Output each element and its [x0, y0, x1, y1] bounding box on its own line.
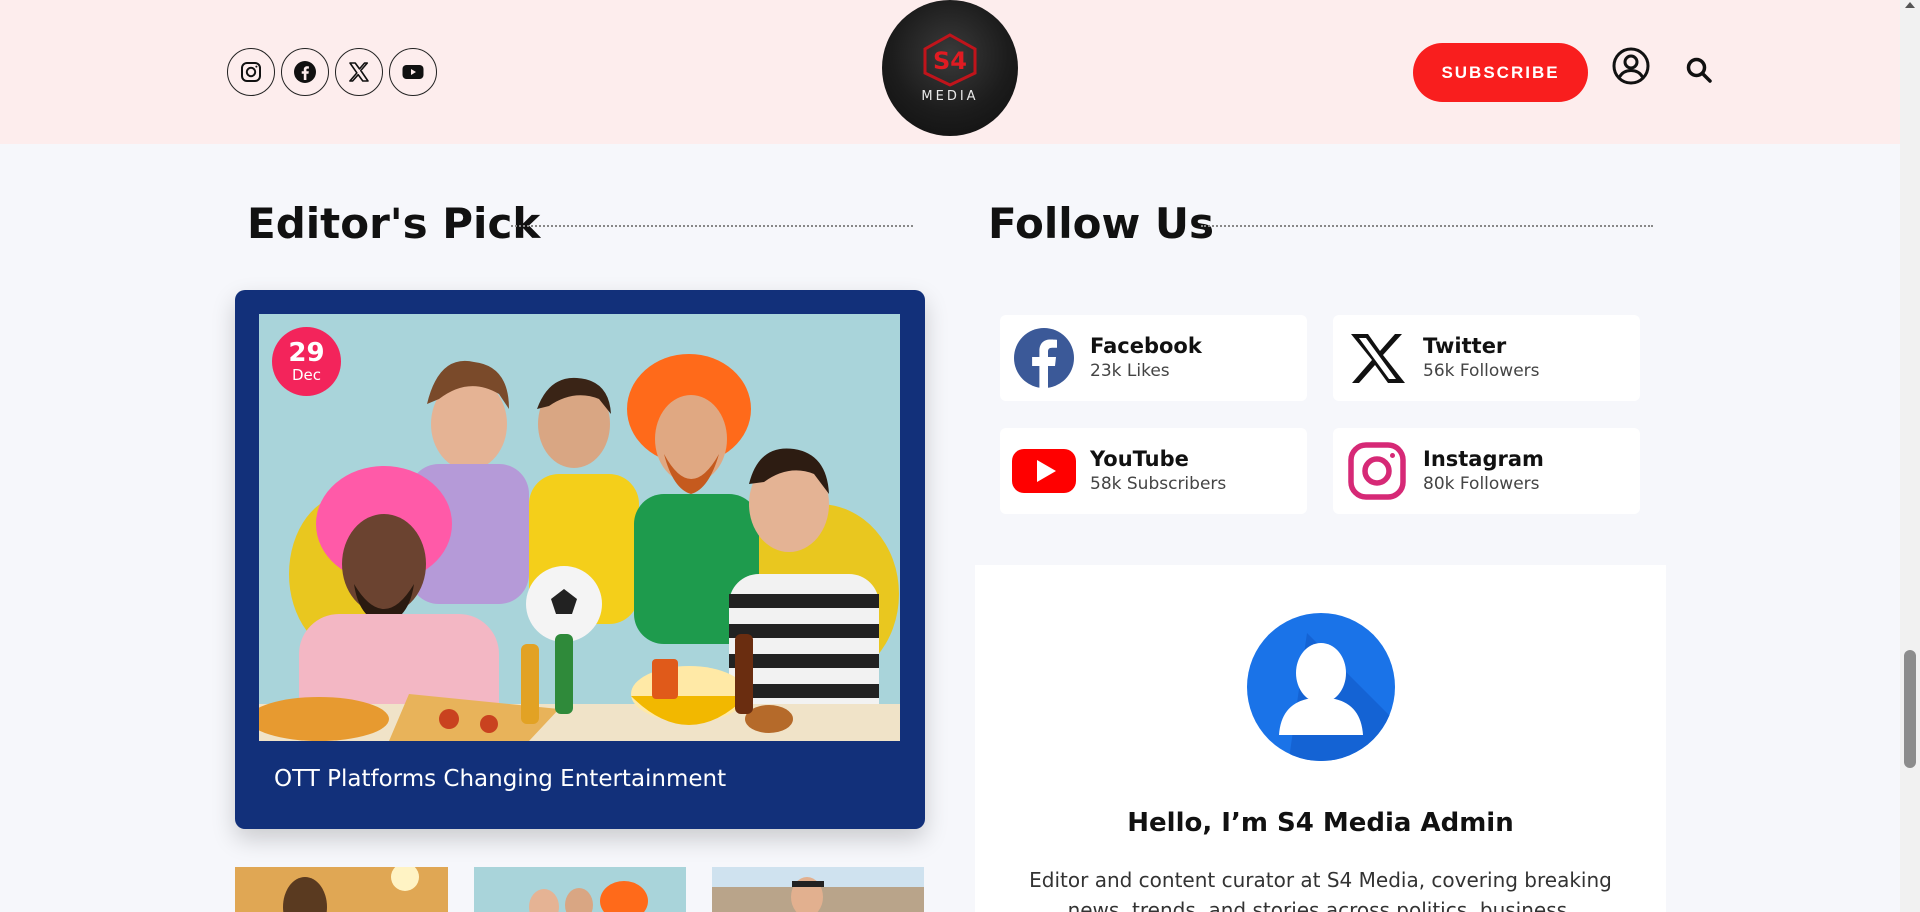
x-icon [349, 62, 369, 82]
search-icon[interactable] [1685, 56, 1713, 84]
follow-count: 58k Subscribers [1090, 474, 1227, 494]
post-thumbnail[interactable] [712, 867, 924, 912]
logo-mark-icon: S4 [923, 32, 977, 87]
follow-count: 56k Followers [1423, 361, 1540, 381]
follow-youtube-card[interactable]: YouTube 58k Subscribers [1000, 428, 1307, 514]
logo-mark-text: S4 [933, 47, 967, 75]
author-greeting: Hello, I’m S4 Media Admin [1127, 808, 1514, 838]
site-logo[interactable]: S4 MEDIA [882, 0, 1018, 136]
youtube-icon [1012, 449, 1076, 493]
follow-name: YouTube [1090, 447, 1189, 471]
page-scrollbar[interactable] [1900, 0, 1920, 912]
scrollbar-thumb[interactable] [1904, 650, 1916, 768]
follow-name: Instagram [1423, 447, 1544, 471]
header-social-links [227, 48, 437, 96]
follow-name: Twitter [1423, 334, 1507, 358]
x-icon [1351, 334, 1405, 383]
facebook-icon [1014, 328, 1074, 388]
follow-count: 80k Followers [1423, 474, 1540, 494]
facebook-link[interactable] [281, 48, 329, 96]
instagram-icon [241, 62, 261, 82]
author-bio: Editor and content curator at S4 Media, … [1029, 868, 1612, 912]
youtube-icon [402, 65, 424, 79]
post-date-badge: 29 Dec [272, 327, 341, 396]
friends-thumbnail-image [474, 867, 686, 912]
follow-instagram-card[interactable]: Instagram 80k Followers [1333, 428, 1640, 514]
facebook-icon [294, 61, 316, 83]
follow-us-divider [1201, 225, 1653, 227]
site-header: S4 MEDIA SUBSCRIBE [0, 0, 1900, 144]
post-thumbnail[interactable] [474, 867, 686, 912]
subscribe-button[interactable]: SUBSCRIBE [1413, 43, 1588, 102]
instagram-icon [1348, 442, 1406, 500]
author-card: Hello, I’m S4 Media Admin Editor and con… [975, 565, 1666, 912]
post-thumbnail[interactable] [235, 867, 448, 912]
follow-twitter-card[interactable]: Twitter 56k Followers [1333, 315, 1640, 401]
logo-text: MEDIA [921, 88, 979, 104]
concert-thumbnail-image [235, 867, 448, 912]
instagram-link[interactable] [227, 48, 275, 96]
follow-count: 23k Likes [1090, 361, 1170, 381]
follow-name: Facebook [1090, 334, 1202, 358]
scroll-up-arrow-icon[interactable] [1905, 2, 1915, 8]
youtube-link[interactable] [389, 48, 437, 96]
editors-pick-divider [511, 225, 913, 227]
follow-facebook-card[interactable]: Facebook 23k Likes [1000, 315, 1307, 401]
businessman-thumbnail-image [712, 867, 924, 912]
friends-watching-tv-illustration [259, 314, 900, 741]
follow-us-heading: Follow Us [988, 199, 1215, 248]
post-date-day: 29 [288, 337, 325, 368]
author-avatar-icon [1247, 613, 1395, 761]
x-link[interactable] [335, 48, 383, 96]
post-date-month: Dec [291, 365, 322, 384]
featured-post-image[interactable] [259, 314, 900, 741]
user-account-icon[interactable] [1611, 46, 1651, 86]
editors-pick-heading: Editor's Pick [247, 199, 541, 248]
featured-post-card[interactable]: 29 Dec [235, 290, 925, 829]
featured-post-title[interactable]: OTT Platforms Changing Entertainment [274, 766, 726, 792]
